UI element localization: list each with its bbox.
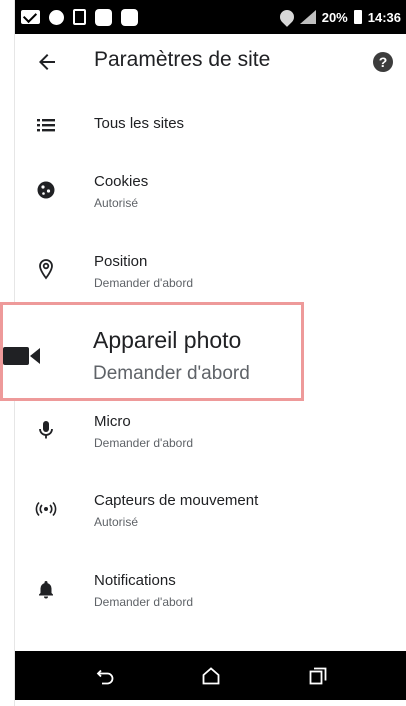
bell-icon — [39, 581, 53, 599]
battery-icon — [353, 10, 362, 24]
back-arrow-icon[interactable] — [35, 50, 59, 74]
back-nav-icon[interactable] — [95, 665, 117, 687]
notification-icons — [21, 7, 138, 27]
setting-item-label: Position — [94, 253, 148, 270]
clock: 14:36 — [367, 9, 401, 25]
motion-sensor-icon — [35, 501, 57, 517]
mail-notification-icon — [21, 10, 40, 24]
setting-item-label: Tous les sites — [94, 115, 185, 132]
app-notification-icon — [121, 8, 138, 26]
setting-item-all-sites[interactable]: Tous les sites — [15, 106, 406, 146]
app-bar: Paramètres de site ? — [15, 34, 406, 90]
system-status: 20% 14:36 — [276, 7, 401, 27]
setting-item-motion-sensors[interactable]: Capteurs de mouvement Autorisé — [15, 484, 406, 536]
recents-nav-icon[interactable] — [307, 665, 329, 687]
setting-item-location[interactable]: Position Demander d'abord — [15, 245, 406, 297]
screen: Appareil photo Demander d'abord 20% 14:3… — [0, 0, 406, 706]
setting-item-label: Capteurs de mouvement — [94, 492, 259, 509]
status-bar: 20% 14:36 — [15, 0, 406, 34]
setting-item-status: Autorisé — [94, 196, 139, 210]
setting-item-cookies[interactable]: Cookies Autorisé — [15, 165, 406, 217]
wifi-icon — [276, 7, 297, 27]
page-title: Paramètres de site — [94, 48, 271, 71]
setting-item-label: Micro — [94, 413, 131, 430]
location-pin-icon — [39, 259, 53, 280]
setting-item-microphone[interactable]: Micro Demander d'abord — [15, 405, 406, 457]
battery-percent: 20% — [321, 9, 348, 25]
setting-item-notifications[interactable]: Notifications Demander d'abord — [15, 564, 406, 616]
camera-setting-label: Appareil photo — [93, 327, 242, 353]
setting-item-status: Demander d'abord — [94, 276, 194, 290]
setting-item-status: Demander d'abord — [94, 595, 194, 609]
list-icon — [37, 119, 55, 132]
document-notification-icon — [73, 9, 86, 25]
signal-icon — [299, 10, 316, 24]
setting-item-label: Notifications — [94, 572, 176, 589]
setting-item-label: Cookies — [94, 173, 149, 190]
home-nav-icon[interactable] — [200, 665, 222, 687]
bottom-edge — [15, 700, 406, 706]
app-notification-icon — [49, 9, 64, 25]
camera-setting-status: Demander d'abord — [93, 363, 250, 384]
highlighted-setting-callout[interactable]: Appareil photo Demander d'abord — [0, 302, 304, 401]
microphone-icon — [39, 421, 53, 439]
app-notification-icon — [95, 8, 112, 26]
setting-item-status: Demander d'abord — [94, 436, 194, 450]
help-icon[interactable]: ? — [373, 52, 393, 72]
setting-item-status: Autorisé — [94, 515, 139, 529]
video-camera-icon — [3, 347, 40, 365]
navigation-bar — [15, 651, 406, 700]
cookie-icon — [37, 181, 55, 199]
